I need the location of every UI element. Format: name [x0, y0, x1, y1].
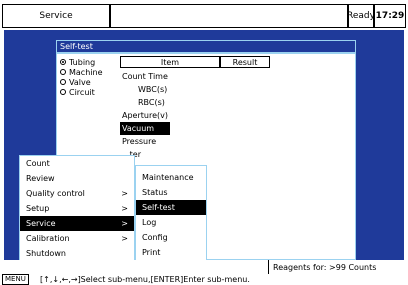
menu-label: Review — [26, 174, 55, 183]
radio-icon — [60, 79, 66, 85]
menu-label: Config — [142, 233, 168, 242]
menu-item-count[interactable]: Count — [20, 156, 134, 171]
menu-label: Setup — [26, 204, 50, 213]
service-submenu: Maintenance Status Self-test Log Config … — [135, 165, 207, 270]
list-item: Pressure — [122, 137, 157, 146]
option-valve[interactable]: Valve — [60, 77, 116, 87]
option-label: Valve — [69, 77, 91, 87]
submenu-item-log[interactable]: Log — [136, 215, 206, 230]
radio-icon — [60, 89, 66, 95]
list-item: ...ter — [120, 148, 270, 161]
status-bar: Reagents for: >99 Counts — [0, 260, 408, 274]
menu-item-quality-control[interactable]: Quality control > — [20, 186, 134, 201]
help-text: [↑,↓,←,→]Select sub-menu,[ENTER]Enter su… — [40, 275, 250, 284]
list-item: WBC(s) — [138, 85, 168, 94]
menu-label: Service — [26, 219, 56, 228]
menu-label: Shutdown — [26, 249, 66, 258]
menu-label: Maintenance — [142, 173, 194, 182]
window-title: Service — [2, 4, 110, 28]
chevron-right-icon: > — [121, 204, 128, 213]
menu-item-shutdown[interactable]: Shutdown — [20, 246, 134, 261]
title-bar: Service Ready 17:29 — [0, 0, 408, 30]
submenu-item-config[interactable]: Config — [136, 230, 206, 245]
option-label: Machine — [69, 67, 103, 77]
menu-label: Status — [142, 188, 168, 197]
test-options: Tubing Machine Valve Circuit — [60, 57, 116, 97]
option-label: Circuit — [69, 87, 95, 97]
chevron-right-icon: > — [121, 234, 128, 243]
main-menu: Count Review Quality control > Setup > Ser… — [19, 155, 135, 266]
chevron-right-icon: > — [121, 189, 128, 198]
menu-item-setup[interactable]: Setup > — [20, 201, 134, 216]
submenu-item-print[interactable]: Print — [136, 245, 206, 260]
help-bar: MENU [↑,↓,←,→]Select sub-menu,[ENTER]Ent… — [0, 274, 408, 285]
option-label: Tubing — [69, 57, 96, 67]
list-item[interactable]: Vacuum — [120, 122, 170, 135]
submenu-item-self-test[interactable]: Self-test — [136, 200, 206, 215]
menu-item-review[interactable]: Review — [20, 171, 134, 186]
clock: 17:29 — [374, 4, 406, 28]
menu-item-calibration[interactable]: Calibration > — [20, 231, 134, 246]
submenu-item-maintenance[interactable]: Maintenance — [136, 170, 206, 185]
radio-icon — [60, 69, 66, 75]
results-list: Count Time WBC(s) RBC(s) Aperture(v) Vac… — [120, 70, 270, 161]
title-spacer — [110, 4, 348, 28]
list-item: Aperture(v) — [122, 111, 168, 120]
menu-item-service[interactable]: Service > — [20, 216, 134, 231]
menu-label: Log — [142, 218, 157, 227]
list-item: RBC(s) — [138, 98, 165, 107]
option-tubing[interactable]: Tubing — [60, 57, 116, 67]
submenu-item-status[interactable]: Status — [136, 185, 206, 200]
menu-label: Quality control — [26, 189, 85, 198]
option-circuit[interactable]: Circuit — [60, 87, 116, 97]
column-result: Result — [220, 56, 270, 68]
chevron-right-icon: > — [121, 219, 128, 228]
list-item: Count Time — [122, 72, 168, 81]
results-header: Item Result — [120, 56, 270, 68]
status-text: Ready — [347, 4, 375, 28]
panel-title: Self-test — [56, 40, 356, 53]
menu-label[interactable]: MENU — [2, 274, 29, 285]
menu-label: Self-test — [142, 203, 175, 212]
menu-label: Calibration — [26, 234, 70, 243]
column-item: Item — [120, 56, 220, 68]
reagents-status: Reagents for: >99 Counts — [268, 260, 408, 274]
menu-label: Count — [26, 159, 50, 168]
radio-icon — [60, 59, 66, 65]
option-machine[interactable]: Machine — [60, 67, 116, 77]
menu-label: Print — [142, 248, 161, 257]
